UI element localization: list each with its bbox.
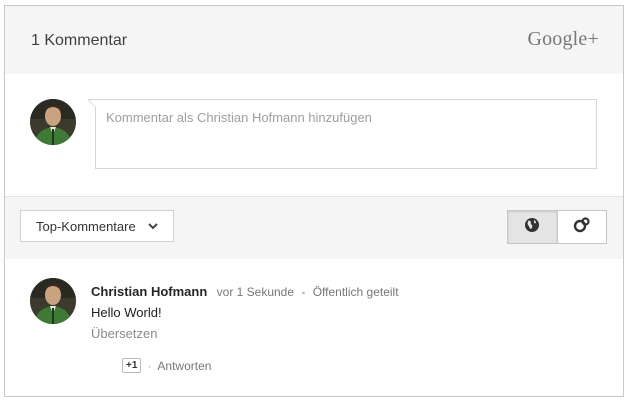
comments-toolbar: Top-Kommentare bbox=[5, 197, 623, 259]
avatar-photo bbox=[30, 278, 76, 324]
circles-view-button[interactable] bbox=[558, 211, 607, 243]
comment-input-placeholder: Kommentar als Christian Hofmann hinzufüg… bbox=[106, 110, 372, 125]
globe-icon bbox=[524, 217, 540, 238]
chevron-down-icon bbox=[147, 220, 159, 235]
compose-area: Kommentar als Christian Hofmann hinzufüg… bbox=[5, 74, 623, 197]
meta-separator: - bbox=[301, 285, 306, 299]
google-plus-logo[interactable]: Google+ bbox=[527, 28, 599, 51]
comment-input[interactable]: Kommentar als Christian Hofmann hinzufüg… bbox=[87, 99, 597, 169]
comment-actions: +1 · Antworten bbox=[122, 358, 211, 373]
comment-count: 1 Kommentar bbox=[31, 32, 128, 49]
view-toggle bbox=[507, 210, 607, 244]
comment-author[interactable]: Christian Hofmann bbox=[91, 284, 207, 299]
comment-time[interactable]: vor 1 Sekunde bbox=[217, 285, 294, 299]
public-view-button[interactable] bbox=[508, 211, 558, 243]
translate-link[interactable]: Übersetzen bbox=[91, 326, 157, 341]
avatar[interactable] bbox=[30, 99, 76, 145]
comment-visibility: Öffentlich geteilt bbox=[312, 285, 399, 299]
comment-meta: Christian Hofmann vor 1 Sekunde - Öffent… bbox=[91, 284, 399, 299]
sort-dropdown[interactable]: Top-Kommentare bbox=[20, 210, 174, 242]
reply-link[interactable]: Antworten bbox=[157, 359, 211, 373]
actions-separator: · bbox=[147, 358, 152, 373]
plusone-button[interactable]: +1 bbox=[122, 358, 142, 373]
sort-dropdown-label: Top-Kommentare bbox=[36, 218, 136, 234]
comment-item: Christian Hofmann vor 1 Sekunde - Öffent… bbox=[5, 260, 623, 396]
avatar-photo bbox=[30, 99, 76, 145]
comment-text: Hello World! bbox=[91, 305, 162, 320]
comments-header: 1 Kommentar Google+ bbox=[5, 6, 623, 74]
avatar[interactable] bbox=[30, 278, 76, 324]
comments-widget: 1 Kommentar Google+ Kommentar als Christ… bbox=[4, 5, 624, 397]
circles-icon bbox=[573, 216, 591, 239]
